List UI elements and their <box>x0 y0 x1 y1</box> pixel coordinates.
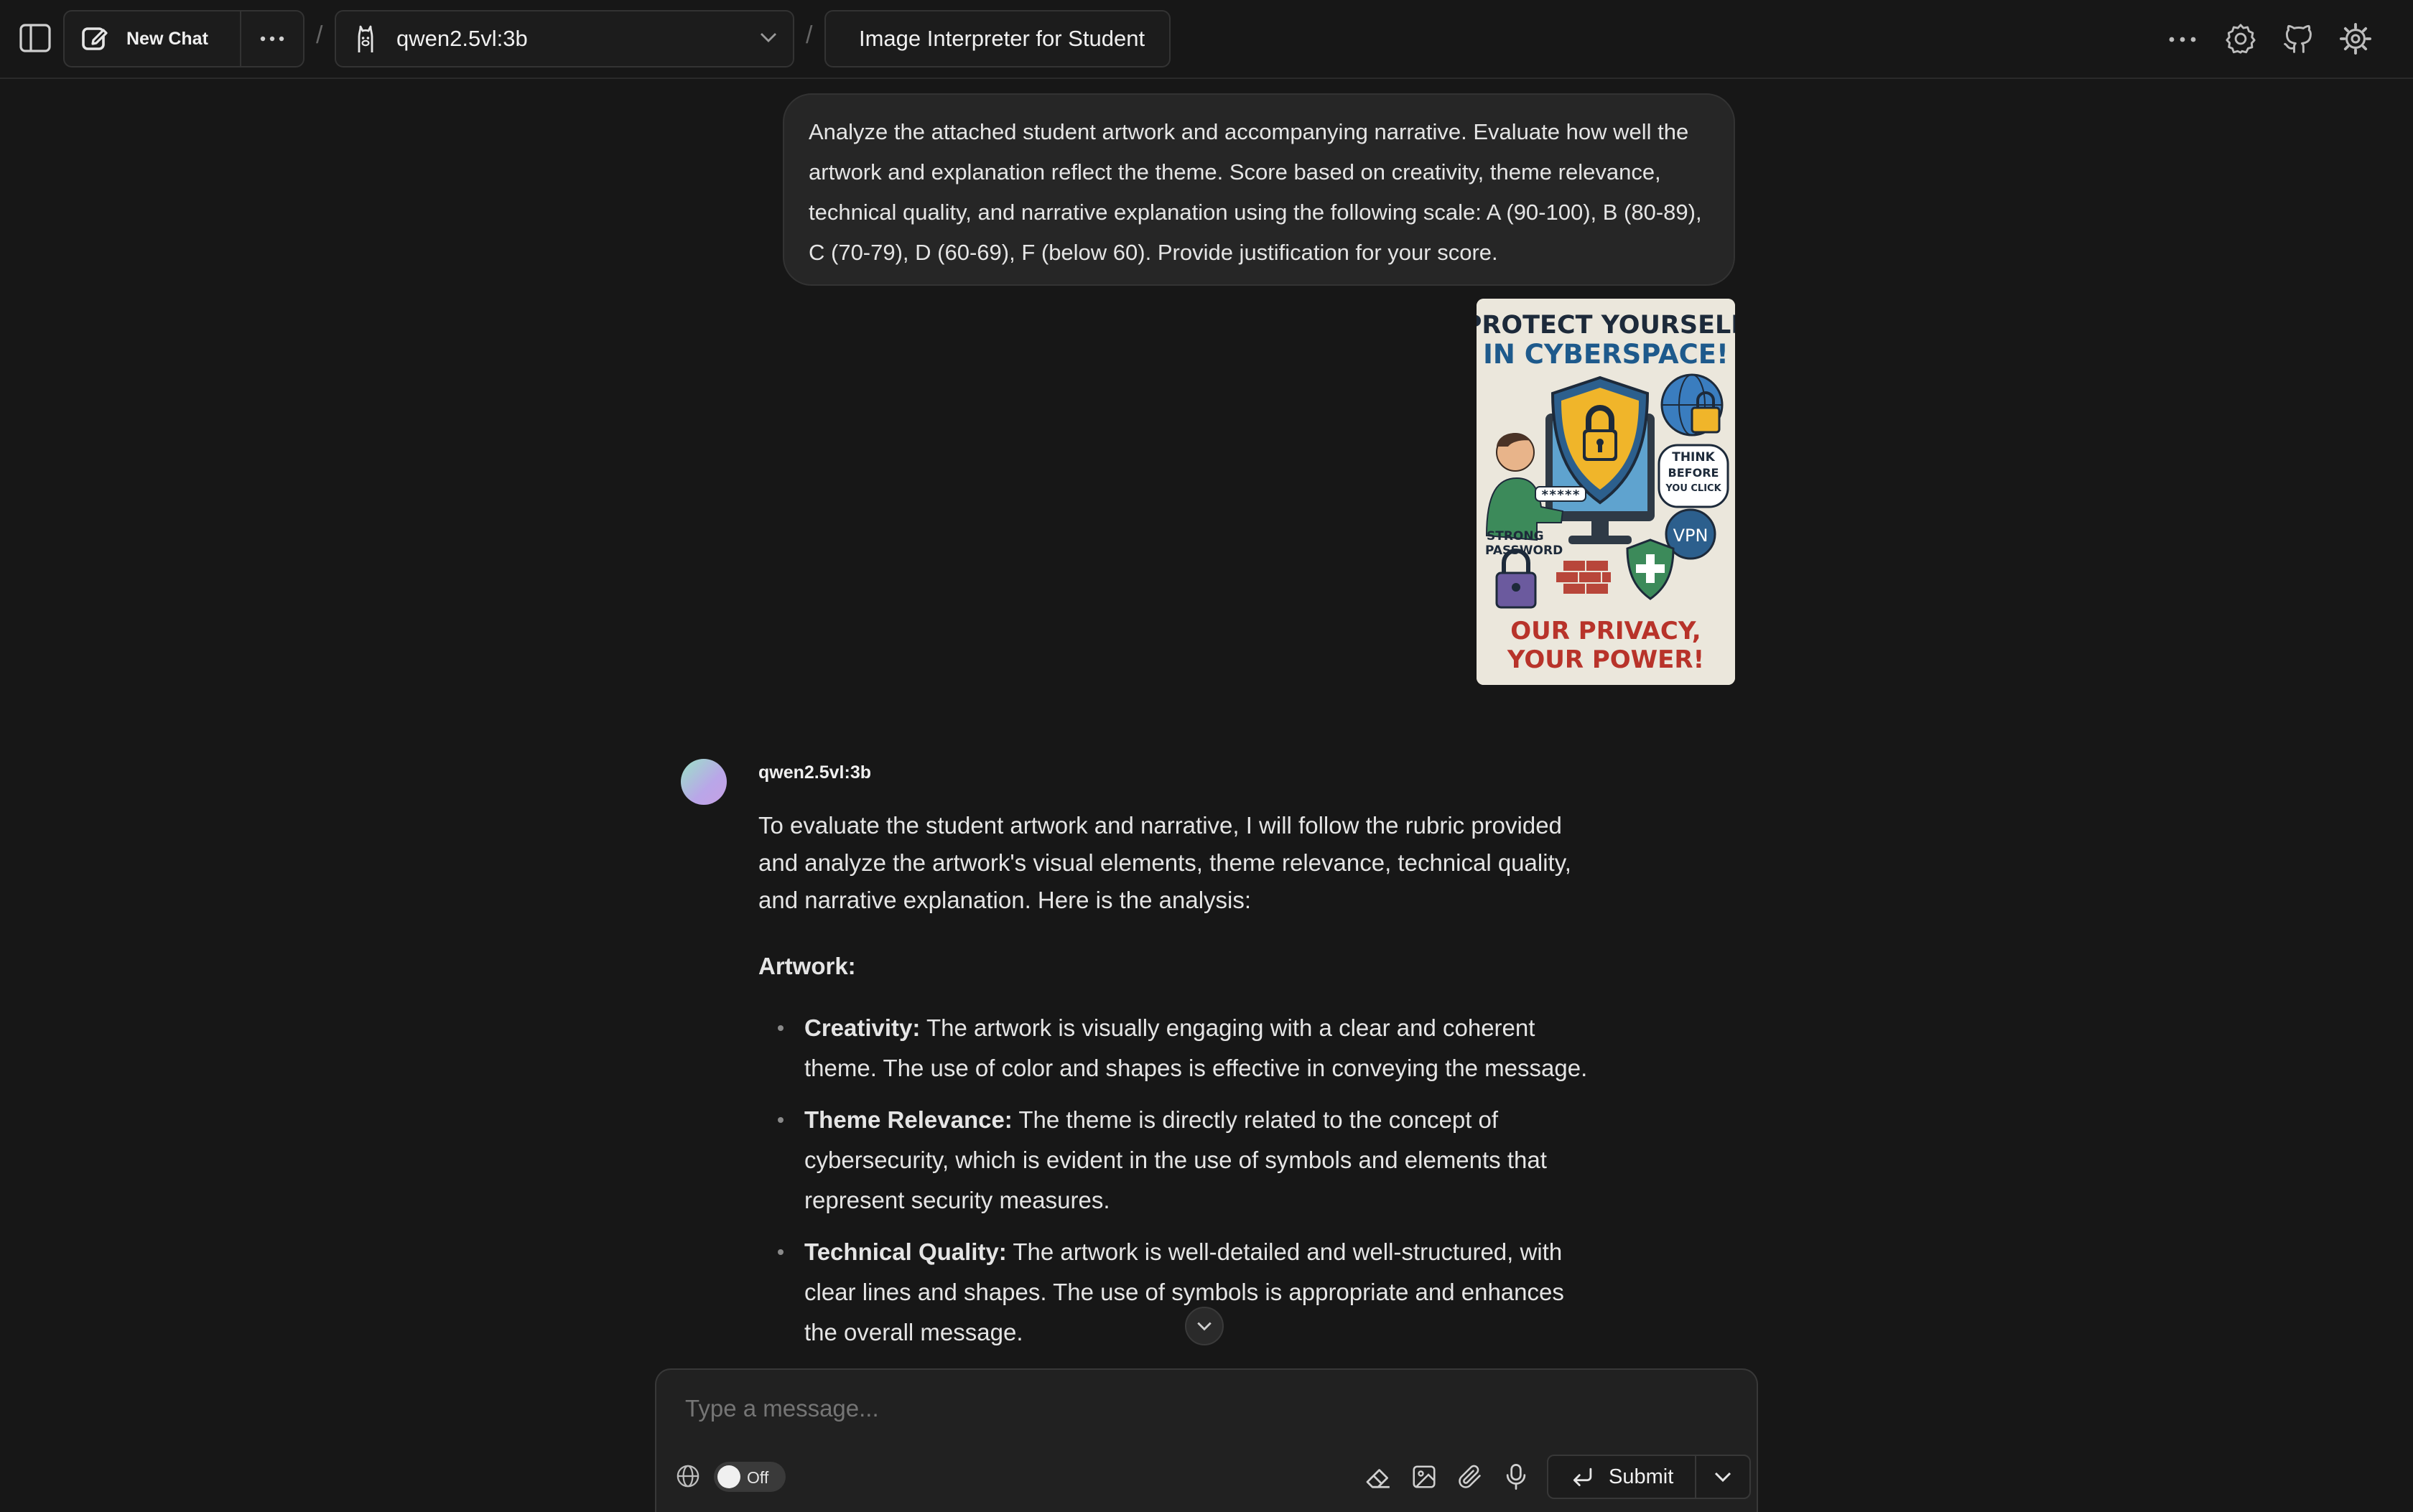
settings-icon[interactable] <box>2222 20 2259 57</box>
password-mask: ***** <box>1541 487 1580 503</box>
bullet-list: Creativity: The artwork is visually enga… <box>758 1008 1591 1353</box>
think-bubble-line1: THINK <box>1672 450 1715 465</box>
eraser-icon[interactable] <box>1362 1460 1395 1493</box>
bullet-label: Technical Quality: <box>804 1238 1007 1265</box>
think-bubble-line3: YOU CLICK <box>1665 483 1721 494</box>
poster-title-line2: IN CYBERSPACE! <box>1483 339 1729 370</box>
chevron-down-icon <box>1196 1321 1212 1331</box>
bullet-label: Creativity: <box>804 1014 921 1041</box>
submit-button[interactable]: Submit <box>1548 1456 1696 1498</box>
model-selector[interactable]: qwen2.5vl:3b <box>335 10 794 67</box>
web-search-toggle[interactable]: Off <box>714 1462 786 1492</box>
scroll-to-bottom-button[interactable] <box>1185 1307 1224 1345</box>
theme-settings-icon[interactable] <box>2337 20 2374 57</box>
submit-label: Submit <box>1609 1465 1674 1488</box>
poster-footer-line2: YOUR POWER! <box>1507 645 1704 674</box>
assistant-intro: To evaluate the student artwork and narr… <box>758 812 1571 913</box>
submit-options-button[interactable] <box>1696 1456 1749 1498</box>
list-item: Theme Relevance: The theme is directly r… <box>758 1100 1591 1221</box>
list-item: Technical Quality: The artwork is well-d… <box>758 1232 1591 1353</box>
assistant-message: To evaluate the student artwork and narr… <box>758 807 1591 1364</box>
github-icon[interactable] <box>2279 20 2317 57</box>
attached-artwork-image[interactable]: PROTECT YOURSELF IN CYBERSPACE! THINK BE… <box>1477 299 1735 685</box>
chevron-down-icon <box>760 32 777 43</box>
new-chat-group: New Chat <box>63 10 304 67</box>
new-chat-button[interactable]: New Chat <box>65 11 241 66</box>
model-name: qwen2.5vl:3b <box>396 26 528 51</box>
message-composer: Off Submit <box>655 1368 1758 1512</box>
section-heading: Artwork: <box>758 953 856 979</box>
think-bubble-line2: BEFORE <box>1668 466 1719 480</box>
assistant-avatar <box>681 759 727 805</box>
chevron-down-icon <box>1714 1471 1732 1483</box>
new-chat-label: New Chat <box>126 28 208 49</box>
chat-title-field[interactable]: Image Interpreter for Student <box>824 10 1171 67</box>
bullet-label: Theme Relevance: <box>804 1106 1013 1133</box>
sidebar-toggle-icon[interactable] <box>17 20 53 56</box>
list-item: Creativity: The artwork is visually enga… <box>758 1008 1591 1088</box>
poster-footer-line1: OUR PRIVACY, <box>1510 617 1701 645</box>
chat-title: Image Interpreter for Student <box>859 26 1145 51</box>
breadcrumb-separator: / <box>316 22 323 49</box>
vpn-label: VPN <box>1673 526 1708 546</box>
attachment-icon[interactable] <box>1454 1460 1487 1493</box>
cybersecurity-poster: PROTECT YOURSELF IN CYBERSPACE! THINK BE… <box>1477 299 1735 685</box>
poster-title-line1: PROTECT YOURSELF <box>1477 311 1735 340</box>
toggle-label: Off <box>747 1468 769 1487</box>
edit-icon <box>80 24 109 53</box>
message-input[interactable] <box>684 1390 1706 1427</box>
enter-icon <box>1571 1467 1594 1487</box>
bullet-text: The artwork is visually engaging with a … <box>804 1014 1588 1081</box>
breadcrumb-separator: / <box>806 22 813 49</box>
more-options-icon[interactable] <box>2165 22 2200 57</box>
microphone-icon[interactable] <box>1500 1460 1533 1493</box>
ollama-llama-icon <box>353 24 378 54</box>
submit-group: Submit <box>1547 1455 1751 1499</box>
user-message: Analyze the attached student artwork and… <box>783 93 1735 286</box>
chat-options-icon[interactable] <box>241 11 303 66</box>
globe-icon[interactable] <box>674 1462 702 1490</box>
top-bar: New Chat / qwen2.5vl:3b / Image Interpre… <box>0 0 2413 79</box>
assistant-name: qwen2.5vl:3b <box>758 762 871 783</box>
image-upload-icon[interactable] <box>1408 1460 1441 1493</box>
strong-password-line1: STRONG <box>1487 529 1544 543</box>
toggle-knob <box>717 1465 740 1488</box>
